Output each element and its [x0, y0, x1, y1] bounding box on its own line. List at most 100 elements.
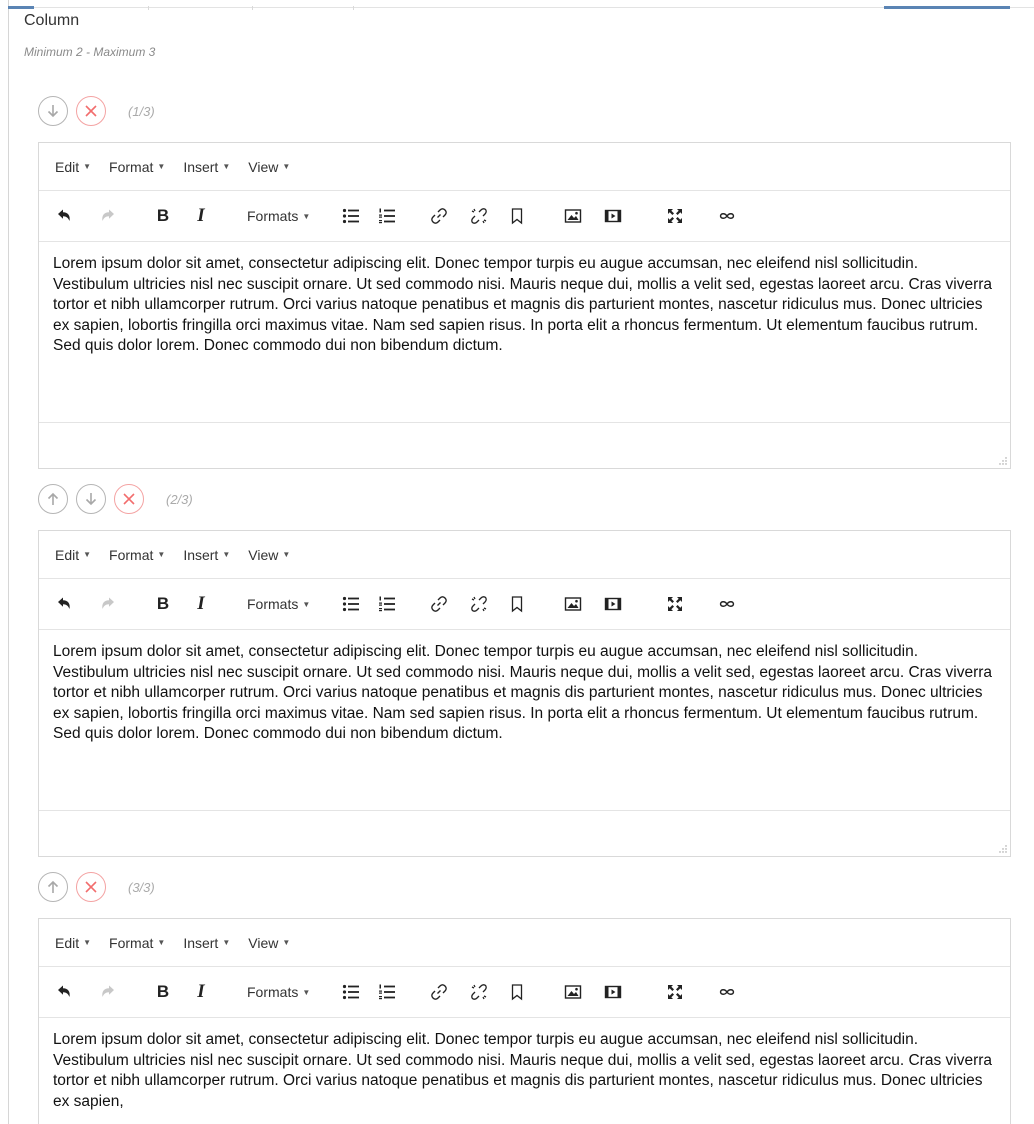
italic-button[interactable]: I: [191, 980, 211, 1004]
field-label: Column: [24, 12, 80, 29]
undo-button[interactable]: [53, 980, 75, 1004]
insert-image-button[interactable]: [562, 592, 584, 616]
bookmark-icon: [512, 984, 523, 1001]
numbered-list-button[interactable]: [376, 592, 398, 616]
caret-down-icon: ▼: [282, 938, 291, 947]
undo-button[interactable]: [53, 204, 75, 228]
media-icon: [605, 209, 622, 223]
italic-button[interactable]: I: [191, 204, 211, 228]
bullet-list-button[interactable]: [340, 204, 362, 228]
bookmark-button[interactable]: [506, 592, 528, 616]
redo-button[interactable]: [97, 980, 119, 1004]
move-up-button[interactable]: [38, 872, 68, 902]
numbered-list-icon: [379, 984, 396, 1000]
redo-button[interactable]: [97, 592, 119, 616]
menu-format[interactable]: Format ▼: [109, 159, 165, 175]
numbered-list-button[interactable]: [376, 980, 398, 1004]
formats-dropdown[interactable]: Formats ▼: [247, 204, 310, 228]
numbered-list-button[interactable]: [376, 204, 398, 228]
remove-button[interactable]: [114, 484, 144, 514]
move-down-button[interactable]: [76, 484, 106, 514]
fullscreen-button[interactable]: [664, 204, 686, 228]
resize-handle-icon[interactable]: [998, 456, 1007, 465]
item-controls: (2/3): [38, 482, 193, 516]
unlink-icon: [471, 596, 488, 612]
tab-separator: [353, 6, 354, 10]
move-up-button[interactable]: [38, 484, 68, 514]
rich-text-editor: Edit ▼ Format ▼ Insert ▼ View ▼ B I Formats ▼…: [38, 142, 1011, 469]
caret-down-icon: ▼: [83, 938, 92, 947]
menu-view[interactable]: View ▼: [248, 547, 290, 563]
menu-format-label: Format: [109, 546, 154, 563]
caret-down-icon: ▼: [282, 550, 291, 559]
bookmark-icon: [512, 596, 523, 613]
menu-insert-label: Insert: [183, 546, 219, 563]
bookmark-button[interactable]: [506, 980, 528, 1004]
editor-content-area[interactable]: Lorem ipsum dolor sit amet, consectetur …: [39, 1018, 1010, 1124]
redo-icon: [102, 209, 114, 221]
menu-format[interactable]: Format ▼: [109, 547, 165, 563]
anchor-button[interactable]: [716, 592, 738, 616]
insert-media-button[interactable]: [602, 592, 624, 616]
menu-view[interactable]: View ▼: [248, 935, 290, 951]
formats-label: Formats: [247, 596, 299, 612]
menu-view[interactable]: View ▼: [248, 159, 290, 175]
remove-button[interactable]: [76, 872, 106, 902]
fullscreen-button[interactable]: [664, 980, 686, 1004]
anchor-button[interactable]: [716, 980, 738, 1004]
menu-insert-label: Insert: [183, 158, 219, 175]
insert-media-button[interactable]: [602, 980, 624, 1004]
caret-down-icon: ▼: [157, 162, 166, 171]
caret-down-icon: ▼: [157, 550, 166, 559]
bullet-list-icon: [343, 984, 360, 1000]
anchor-icon: [720, 601, 735, 607]
menu-edit[interactable]: Edit ▼: [55, 547, 91, 563]
fullscreen-button[interactable]: [664, 592, 686, 616]
resize-handle-icon[interactable]: [998, 844, 1007, 853]
menu-insert[interactable]: Insert ▼: [183, 547, 230, 563]
bookmark-button[interactable]: [506, 204, 528, 228]
bullet-list-button[interactable]: [340, 592, 362, 616]
insert-media-button[interactable]: [602, 204, 624, 228]
link-button[interactable]: [428, 592, 450, 616]
item-controls: (1/3): [38, 94, 155, 128]
item-counter: (2/3): [166, 491, 193, 507]
remove-button[interactable]: [76, 96, 106, 126]
arrow-down-circle-icon: [47, 105, 59, 118]
item-controls: (3/3): [38, 870, 155, 904]
bookmark-icon: [512, 208, 523, 225]
formats-dropdown[interactable]: Formats ▼: [247, 980, 310, 1004]
bold-button[interactable]: B: [153, 980, 173, 1004]
unlink-button[interactable]: [468, 592, 490, 616]
insert-image-button[interactable]: [562, 204, 584, 228]
italic-button[interactable]: I: [191, 592, 211, 616]
editor-toolbar: B I Formats ▼: [39, 967, 1010, 1018]
anchor-button[interactable]: [716, 204, 738, 228]
menu-edit[interactable]: Edit ▼: [55, 159, 91, 175]
unlink-icon: [471, 984, 488, 1000]
editor-content-area[interactable]: Lorem ipsum dolor sit amet, consectetur …: [39, 242, 1010, 422]
link-button[interactable]: [428, 204, 450, 228]
bold-button[interactable]: B: [153, 592, 173, 616]
menu-edit[interactable]: Edit ▼: [55, 935, 91, 951]
unlink-button[interactable]: [468, 204, 490, 228]
formats-dropdown[interactable]: Formats ▼: [247, 592, 310, 616]
bullet-list-button[interactable]: [340, 980, 362, 1004]
editor-content-area[interactable]: Lorem ipsum dolor sit amet, consectetur …: [39, 630, 1010, 810]
image-icon: [565, 985, 582, 999]
move-down-button[interactable]: [38, 96, 68, 126]
insert-image-button[interactable]: [562, 980, 584, 1004]
redo-button[interactable]: [97, 204, 119, 228]
undo-icon: [58, 985, 70, 997]
menu-insert[interactable]: Insert ▼: [183, 159, 230, 175]
caret-down-icon: ▼: [222, 938, 231, 947]
media-icon: [605, 597, 622, 611]
menu-format[interactable]: Format ▼: [109, 935, 165, 951]
unlink-button[interactable]: [468, 980, 490, 1004]
bold-button[interactable]: B: [153, 204, 173, 228]
remove-circle-icon: [85, 881, 97, 893]
link-button[interactable]: [428, 980, 450, 1004]
menu-insert[interactable]: Insert ▼: [183, 935, 230, 951]
undo-button[interactable]: [53, 592, 75, 616]
menu-format-label: Format: [109, 934, 154, 951]
